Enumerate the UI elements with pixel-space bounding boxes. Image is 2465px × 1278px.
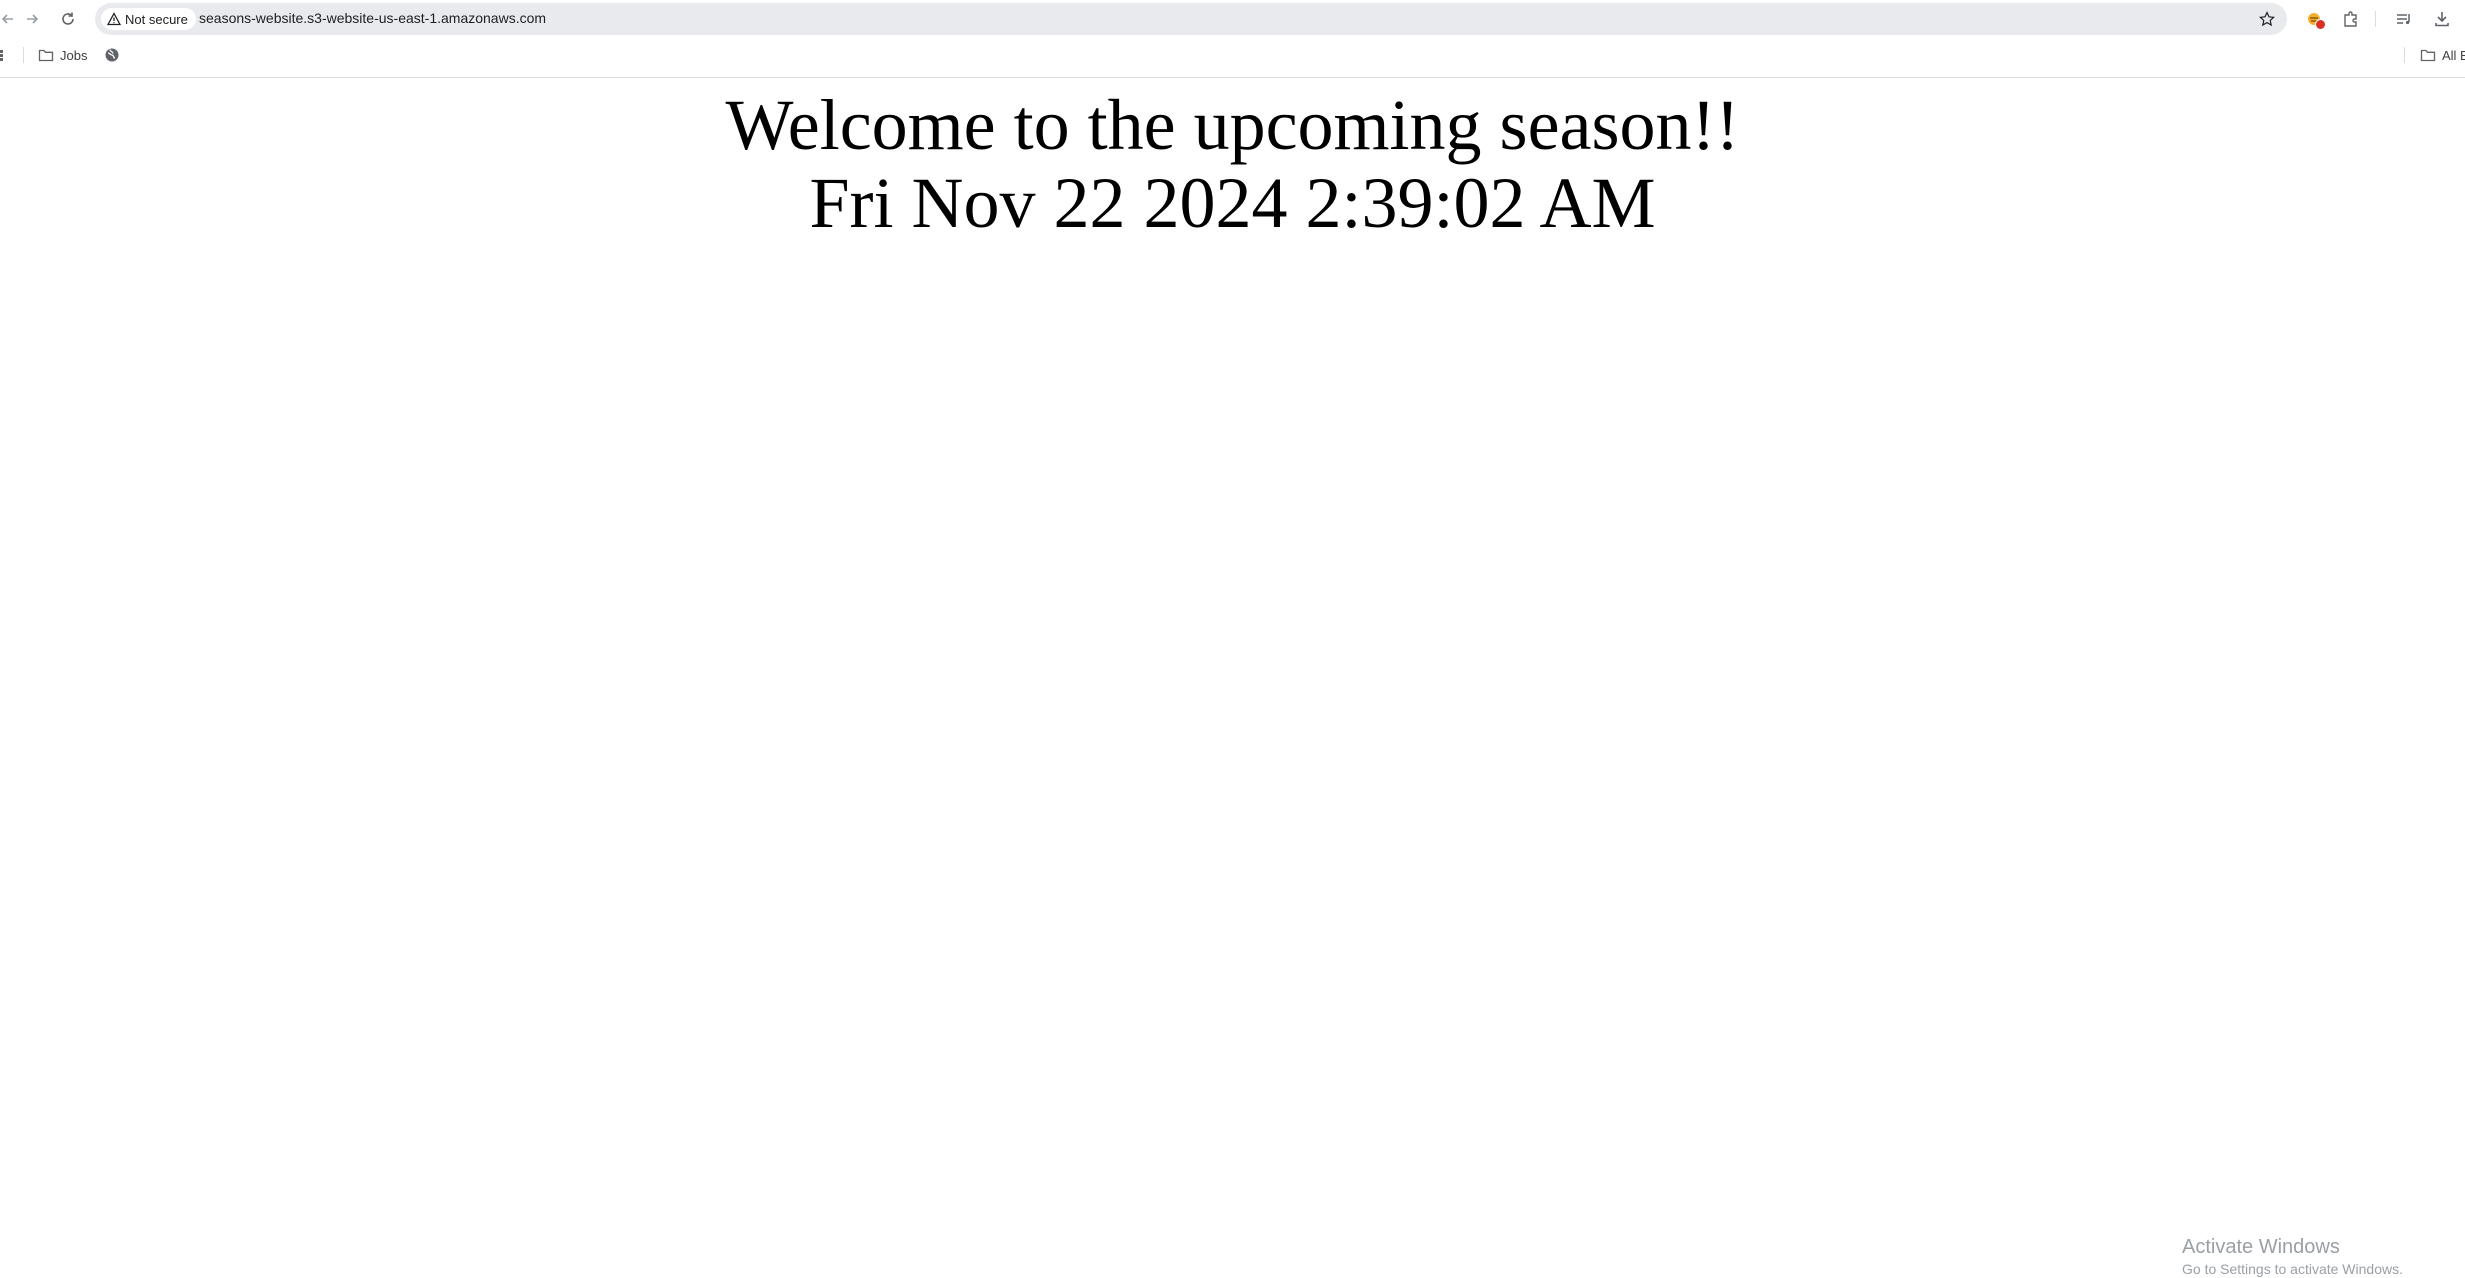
all-bookmarks-label: All B	[2442, 47, 2465, 63]
toolbar-divider	[2375, 11, 2376, 27]
star-icon	[2259, 11, 2275, 27]
browser-toolbar: Not secure seasons-website.s3-website-us…	[0, 0, 2465, 38]
bookmark-label: Jobs	[60, 47, 88, 63]
folder-icon	[2420, 49, 2436, 62]
extensions-menu-button[interactable]	[2337, 5, 2365, 33]
address-bar[interactable]: Not secure seasons-website.s3-website-us…	[95, 3, 2287, 35]
download-icon	[2435, 12, 2449, 27]
bookmark-globe[interactable]	[104, 43, 120, 67]
welcome-heading: Welcome to the upcoming season!!	[725, 85, 1740, 165]
globe-icon	[105, 48, 119, 62]
page-content: Welcome to the upcoming season!! Fri Nov…	[0, 78, 2465, 1272]
security-label: Not secure	[125, 11, 188, 27]
bookmark-star-button[interactable]	[2255, 7, 2279, 31]
all-bookmarks-button[interactable]: All B	[2420, 43, 2465, 67]
media-controls-icon	[2397, 14, 2410, 25]
current-datetime: Fri Nov 22 2024 2:39:02 AM	[809, 163, 1656, 243]
reload-button[interactable]	[54, 5, 82, 33]
bookmark-folder-jobs[interactable]: Jobs	[38, 43, 87, 67]
media-controls-button[interactable]	[2390, 5, 2418, 33]
puzzle-piece-icon	[2344, 11, 2357, 27]
folder-icon	[38, 49, 54, 62]
warning-triangle-icon	[107, 12, 121, 26]
extension-button[interactable]	[2300, 5, 2328, 33]
url-text[interactable]: seasons-website.s3-website-us-east-1.ama…	[199, 10, 546, 26]
apps-grid-icon	[0, 50, 3, 61]
bookmarks-right-divider	[2404, 47, 2405, 63]
security-indicator[interactable]: Not secure	[101, 8, 196, 30]
apps-button[interactable]	[0, 43, 8, 67]
downloads-button[interactable]	[2428, 5, 2456, 33]
bookmarks-divider	[23, 47, 24, 63]
forward-arrow-icon	[27, 14, 39, 24]
back-arrow-icon	[1, 14, 13, 24]
browser-chrome: Not secure seasons-website.s3-website-us…	[0, 0, 2465, 78]
bookmarks-bar: Jobs All B	[0, 40, 2465, 70]
forward-button[interactable]	[18, 5, 46, 33]
extension-badge	[2315, 19, 2326, 30]
reload-icon	[62, 12, 74, 25]
